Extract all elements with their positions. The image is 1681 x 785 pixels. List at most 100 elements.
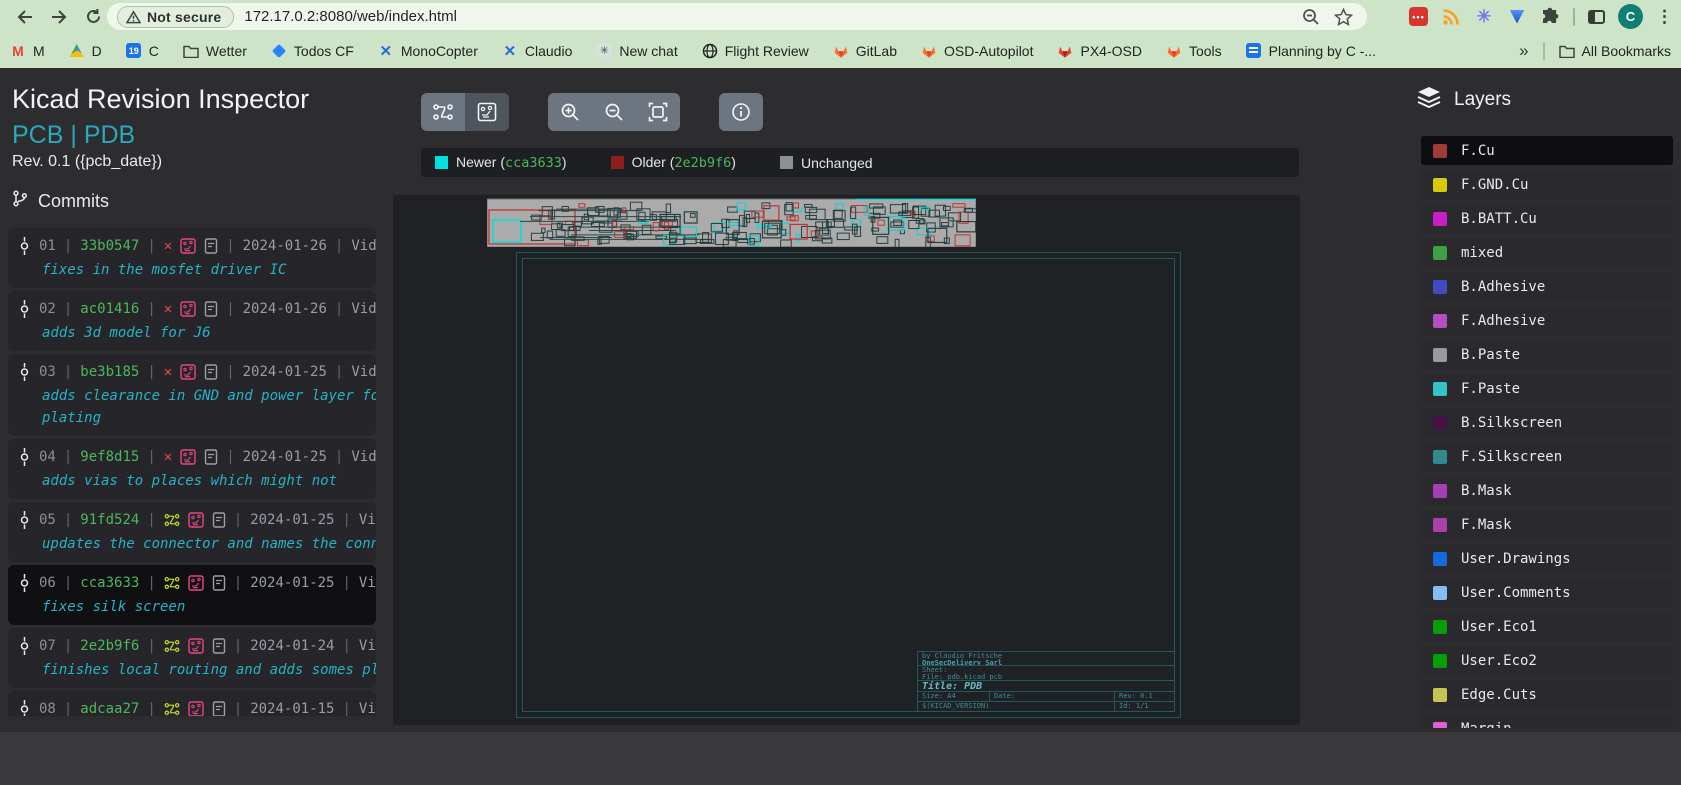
commit-hash[interactable]: adcaa27 — [80, 701, 139, 716]
zoom-in-button[interactable] — [548, 93, 592, 131]
url-text[interactable]: 172.17.0.2:8080/web/index.html — [244, 8, 1302, 25]
layer-name: mixed — [1461, 245, 1503, 261]
pcb-canvas[interactable]: by Claudio Fritsche OneSecDelivery Sarl … — [393, 195, 1300, 725]
layer-row[interactable]: F.Adhesive — [1421, 306, 1673, 335]
bookmark-item[interactable]: PX4-OSD — [1057, 43, 1141, 59]
layer-row[interactable]: B.Silkscreen — [1421, 408, 1673, 437]
zoom-page-icon[interactable] — [1302, 8, 1320, 26]
layer-row[interactable]: Edge.Cuts — [1421, 680, 1673, 709]
bookmark-star-icon[interactable] — [1334, 8, 1353, 26]
all-bookmarks-label: All Bookmarks — [1582, 43, 1671, 59]
schematic-doc-icon[interactable] — [204, 238, 218, 254]
commit-hash[interactable]: 33b0547 — [80, 238, 139, 254]
layer-row[interactable]: User.Drawings — [1421, 544, 1673, 573]
layer-row[interactable]: F.GND.Cu — [1421, 170, 1673, 199]
layer-row[interactable]: F.Paste — [1421, 374, 1673, 403]
bookmark-item[interactable]: D — [69, 43, 102, 59]
pcb-layout-icon[interactable] — [180, 301, 196, 317]
bookmark-item[interactable]: Planning by C -... — [1246, 43, 1376, 59]
bookmark-item[interactable]: ✳ New chat — [596, 43, 677, 59]
commit-card[interactable]: 08 | adcaa27 | | 2024-01-15 | Vidit Kat … — [8, 691, 376, 716]
layer-row[interactable]: F.Silkscreen — [1421, 442, 1673, 471]
pdb-link[interactable]: PDB — [84, 121, 135, 149]
bookmark-item[interactable]: Wetter — [183, 43, 247, 59]
commit-card[interactable]: 03 | be3b185 | ✕ | 2024-01-25 | Vidit Ka… — [8, 354, 376, 436]
schematic-doc-icon[interactable] — [212, 638, 226, 654]
commit-card[interactable]: 02 | ac01416 | ✕ | 2024-01-26 | Vidit Ka… — [8, 291, 376, 351]
layer-row[interactable]: mixed — [1421, 238, 1673, 267]
pcb-layout-icon[interactable] — [188, 638, 204, 654]
url-bar[interactable]: Not secure 172.17.0.2:8080/web/index.htm… — [107, 3, 1367, 30]
zoom-out-button[interactable] — [592, 93, 636, 131]
schematic-doc-icon[interactable] — [204, 301, 218, 317]
bookmark-item[interactable]: Flight Review — [702, 43, 809, 59]
commit-card[interactable]: 05 | 91fd524 | | 2024-01-25 | Vidit Kat … — [8, 502, 376, 562]
layer-row[interactable]: Margin — [1421, 714, 1673, 728]
zoom-fit-button[interactable] — [636, 93, 680, 131]
schematic-doc-icon[interactable] — [204, 449, 218, 465]
extensions-puzzle-icon[interactable] — [1540, 7, 1560, 27]
layer-row[interactable]: B.Paste — [1421, 340, 1673, 369]
browser-menu-icon[interactable]: ⋮ — [1656, 7, 1673, 27]
schematic-doc-icon[interactable] — [212, 512, 226, 528]
side-panel-icon[interactable] — [1588, 10, 1605, 24]
board-view-button[interactable] — [465, 93, 509, 131]
commit-card[interactable]: 04 | 9ef8d15 | ✕ | 2024-01-25 | Vidit Ka… — [8, 439, 376, 499]
pcb-layout-icon[interactable] — [180, 449, 196, 465]
layer-row[interactable]: F.Cu — [1421, 136, 1673, 165]
profile-avatar[interactable]: C — [1618, 4, 1643, 29]
git-commit-icon — [18, 637, 31, 655]
bookmark-item[interactable]: M M — [10, 43, 45, 59]
info-button[interactable] — [719, 93, 763, 131]
layer-row[interactable]: User.Comments — [1421, 578, 1673, 607]
pcb-layout-icon[interactable] — [180, 238, 196, 254]
commit-hash[interactable]: 91fd524 — [80, 512, 139, 528]
commit-card[interactable]: 06 | cca3633 | | 2024-01-25 | Vidit Kat … — [8, 565, 376, 625]
vpn-extension-icon[interactable] — [1507, 7, 1527, 27]
bookmark-item[interactable]: ✕ Claudio — [502, 43, 572, 59]
title-block-version: $(KICAD_VERSION) — [918, 702, 1114, 711]
pcb-layout-icon[interactable] — [180, 364, 196, 380]
schematic-doc-icon[interactable] — [212, 575, 226, 591]
security-badge[interactable]: Not secure — [117, 6, 234, 28]
all-bookmarks-button[interactable]: All Bookmarks — [1559, 43, 1671, 59]
layer-row[interactable]: B.Adhesive — [1421, 272, 1673, 301]
commit-hash[interactable]: cca3633 — [80, 575, 139, 591]
layer-color-swatch — [1433, 416, 1447, 430]
diff-view-button[interactable] — [421, 93, 465, 131]
commit-card[interactable]: 07 | 2e2b9f6 | | 2024-01-24 | Vidit Kat … — [8, 628, 376, 688]
password-manager-extension-icon[interactable]: ••• — [1409, 7, 1428, 26]
bookmark-item[interactable]: ✕ MonoCopter — [378, 43, 478, 59]
layer-row[interactable]: B.Mask — [1421, 476, 1673, 505]
bookmark-item[interactable]: GitLab — [833, 43, 897, 59]
bookmark-label: New chat — [619, 43, 677, 59]
pcb-layout-icon[interactable] — [188, 575, 204, 591]
legend-swatch — [780, 156, 793, 169]
bookmark-label: OSD-Autopilot — [944, 43, 1033, 59]
bookmark-label: PX4-OSD — [1080, 43, 1141, 59]
back-button[interactable] — [8, 4, 42, 30]
layer-row[interactable]: User.Eco2 — [1421, 646, 1673, 675]
layer-row[interactable]: B.BATT.Cu — [1421, 204, 1673, 233]
commit-card[interactable]: 01 | 33b0547 | ✕ | 2024-01-26 | Vidit Ka… — [8, 228, 376, 288]
reload-button[interactable] — [76, 4, 110, 30]
schematic-doc-icon[interactable] — [212, 701, 226, 716]
bookmark-item[interactable]: 19 C — [126, 43, 159, 59]
schematic-doc-icon[interactable] — [204, 364, 218, 380]
bookmark-item[interactable]: Tools — [1166, 43, 1222, 59]
commit-hash[interactable]: be3b185 — [80, 364, 139, 380]
pcb-layout-icon[interactable] — [188, 512, 204, 528]
layer-row[interactable]: User.Eco1 — [1421, 612, 1673, 641]
snowflake-extension-icon[interactable]: ✳ — [1474, 7, 1494, 27]
bookmarks-overflow-chevron[interactable]: » — [1519, 41, 1528, 61]
rss-extension-icon[interactable] — [1441, 7, 1461, 27]
bookmark-item[interactable]: Todos CF — [271, 43, 354, 59]
pcb-layout-icon[interactable] — [188, 701, 204, 716]
layer-row[interactable]: F.Mask — [1421, 510, 1673, 539]
bookmark-item[interactable]: OSD-Autopilot — [921, 43, 1033, 59]
commit-hash[interactable]: 2e2b9f6 — [80, 638, 139, 654]
forward-button[interactable] — [42, 4, 76, 30]
commit-hash[interactable]: ac01416 — [80, 301, 139, 317]
commit-hash[interactable]: 9ef8d15 — [80, 449, 139, 465]
pcb-link[interactable]: PCB — [12, 121, 63, 149]
